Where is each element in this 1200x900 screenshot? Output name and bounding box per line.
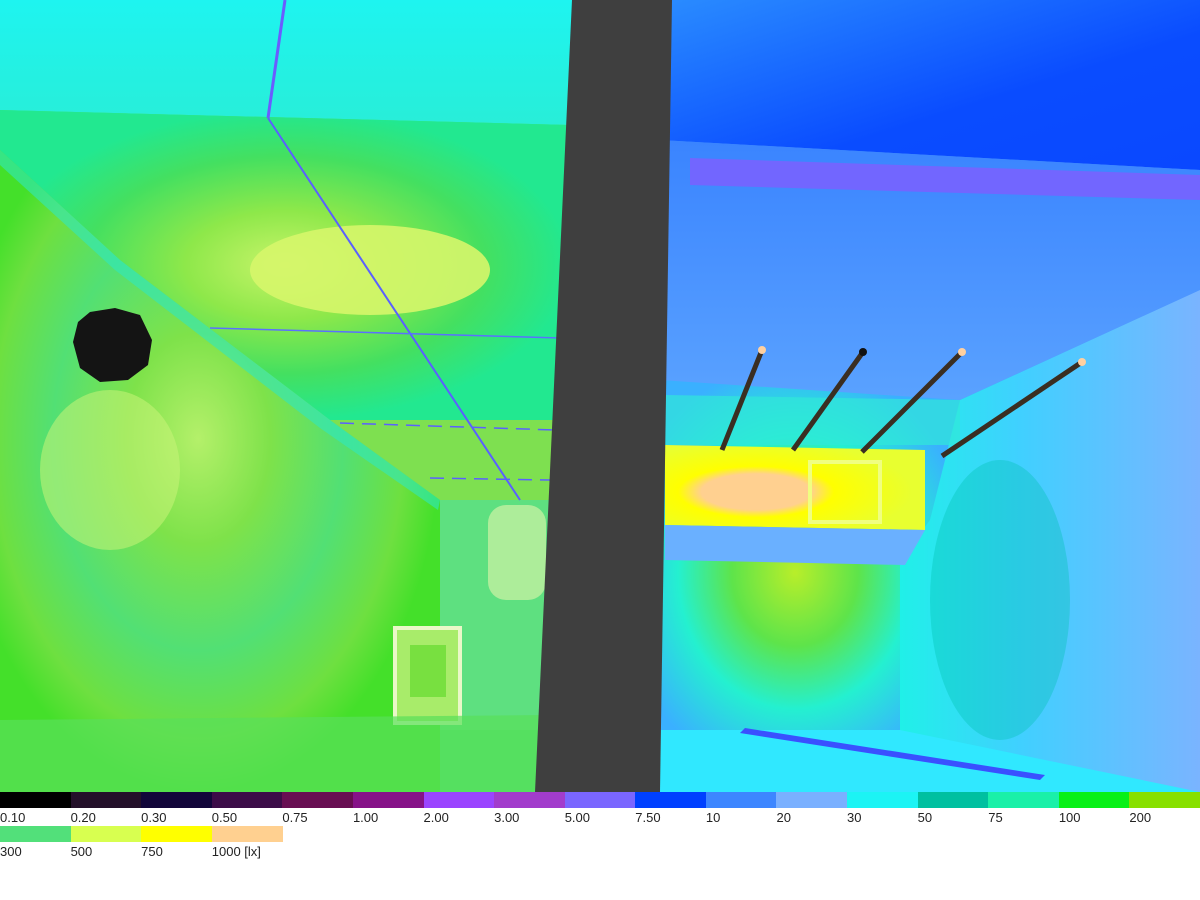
legend-label: 100: [1058, 810, 1081, 825]
legend-swatch: [776, 792, 848, 808]
legend-swatch: [705, 792, 777, 808]
legend-label: 750: [141, 844, 163, 859]
legend-label: 30: [847, 810, 862, 825]
legend-label: 0.10: [0, 810, 26, 825]
legend-swatch: [70, 792, 142, 808]
legend-swatch: [988, 792, 1060, 808]
legend-label: 0.50: [211, 810, 238, 825]
legend-label: 7.50: [635, 810, 661, 825]
legend-label: 0.20: [70, 810, 96, 825]
legend-label: 75: [988, 810, 1003, 825]
legend-swatch: [1058, 792, 1130, 808]
legend-label: 200: [1129, 810, 1152, 825]
legend-row-1: [0, 792, 1200, 808]
legend-swatch: [0, 792, 71, 808]
legend-swatch: [211, 826, 283, 842]
legend-swatch: [141, 792, 213, 808]
legend-swatch: [847, 792, 919, 808]
legend-swatch: [282, 792, 354, 808]
legend-label: 300: [0, 844, 22, 859]
legend-label: 20: [776, 810, 791, 825]
legend-label: 1000 [lx]: [211, 844, 261, 859]
legend-swatch: [423, 792, 495, 808]
legend-label: 0.75: [282, 810, 308, 825]
render-svg: [0, 0, 1200, 792]
legend-swatch: [211, 792, 283, 808]
legend-label: 50: [917, 810, 933, 825]
legend-label: 3.00: [494, 810, 520, 825]
legend-swatch: [564, 792, 636, 808]
legend-label: 500: [70, 844, 93, 859]
legend-swatch: [70, 826, 142, 842]
legend-swatch: [1129, 792, 1200, 808]
legend-swatch: [917, 792, 989, 808]
legend-label: 10: [705, 810, 721, 825]
legend-swatch: [352, 792, 424, 808]
legend-label: 0.30: [141, 810, 167, 825]
legend-swatch: [494, 792, 566, 808]
illuminance-legend: 0.10 0.20 0.30 0.50 0.75 1.00 2.00 3.00 5.00 7.50…: [0, 792, 1200, 900]
legend-swatch: [0, 826, 71, 842]
legend-label: 5.00: [564, 810, 591, 825]
legend-swatch: [141, 826, 213, 842]
legend-label: 1.00: [352, 810, 379, 825]
illuminance-render: [0, 0, 1200, 792]
legend-label: 2.00: [423, 810, 449, 825]
legend-swatch: [635, 792, 707, 808]
